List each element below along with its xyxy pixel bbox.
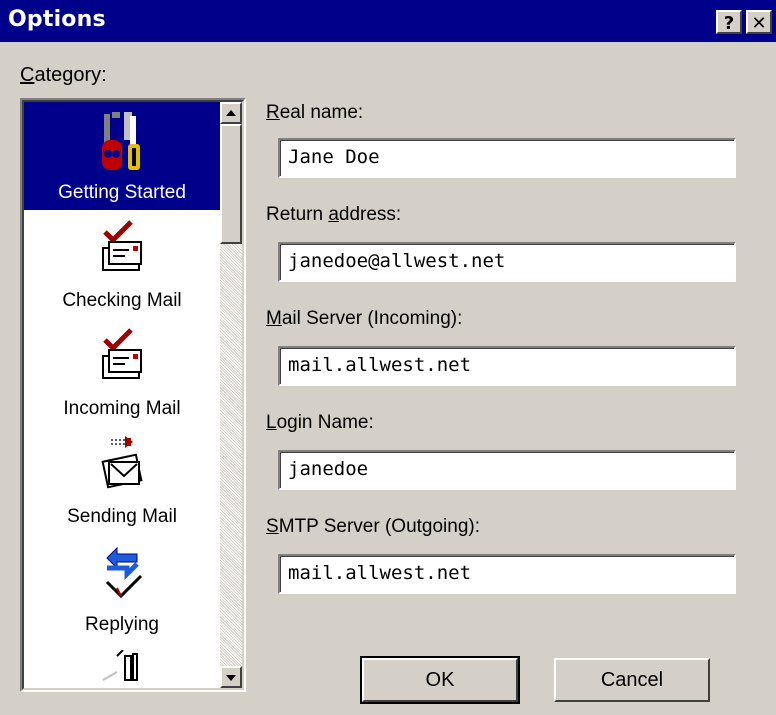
login-name-field[interactable]: janedoe (278, 450, 736, 490)
check-mail-icon (102, 220, 142, 271)
real-name-label: Real name: (266, 102, 363, 124)
ok-button-label: OK (425, 669, 455, 691)
return-address-label-text: ddress: (338, 204, 402, 225)
category-item-incoming-mail[interactable]: Incoming Mail (24, 318, 220, 426)
smtp-server-label-text: MTP Server (Outgoing): (278, 516, 481, 537)
partial-category-icon (102, 650, 138, 681)
real-name-value: Jane Doe (288, 146, 380, 168)
scroll-down-button[interactable] (220, 666, 242, 688)
title-bar: Options ? ✕ (0, 0, 776, 42)
arrow-down-icon (226, 675, 236, 681)
category-item-partial[interactable] (24, 642, 220, 690)
mail-server-label: Mail Server (Incoming): (266, 308, 462, 330)
category-label-text: ategory: (34, 64, 107, 86)
sending-mail-icon (101, 436, 143, 489)
category-list[interactable]: Getting Started Checking Mail Incoming M… (20, 98, 246, 692)
return-address-label-mnemonic: a (328, 204, 339, 225)
category-label-mnemonic: C (20, 64, 35, 86)
window-title: Options (8, 7, 106, 32)
smtp-server-field[interactable]: mail.allwest.net (278, 554, 736, 594)
scroll-up-button[interactable] (220, 102, 242, 124)
mail-server-field[interactable]: mail.allwest.net (278, 346, 736, 386)
mail-server-label-mnemonic: M (266, 308, 282, 329)
real-name-label-mnemonic: R (266, 102, 280, 123)
smtp-server-label-mnemonic: S (266, 516, 279, 537)
category-item-label: Getting Started (58, 182, 186, 203)
login-name-label: Login Name: (266, 412, 374, 434)
return-address-label-pre: Return (266, 204, 329, 225)
login-name-value: janedoe (288, 458, 369, 480)
real-name-label-text: eal name: (279, 102, 364, 123)
scroll-thumb[interactable] (220, 124, 242, 244)
return-address-value: janedoe@allwest.net (288, 250, 506, 272)
category-items: Getting Started Checking Mail Incoming M… (24, 102, 220, 690)
category-label: Category: (20, 64, 107, 87)
category-item-label: Checking Mail (62, 290, 182, 311)
mail-server-label-text: ail Server (Incoming): (281, 308, 463, 329)
close-icon: ✕ (751, 13, 767, 34)
arrow-up-icon (226, 110, 236, 116)
tools-icon (102, 112, 140, 170)
category-item-label: Sending Mail (67, 506, 177, 527)
ok-button[interactable]: OK (360, 656, 520, 704)
category-scrollbar[interactable] (220, 102, 242, 688)
category-item-label: Incoming Mail (63, 398, 181, 419)
category-list-inner: Getting Started Checking Mail Incoming M… (22, 100, 244, 690)
smtp-server-value: mail.allwest.net (288, 562, 472, 584)
replying-icon (105, 546, 143, 599)
incoming-mail-icon (102, 328, 142, 379)
login-name-label-mnemonic: L (266, 412, 277, 433)
login-name-label-text: ogin Name: (276, 412, 374, 433)
category-item-getting-started[interactable]: Getting Started (24, 102, 220, 210)
return-address-label: Return address: (266, 204, 401, 226)
return-address-field[interactable]: janedoe@allwest.net (278, 242, 736, 282)
mail-server-value: mail.allwest.net (288, 354, 472, 376)
cancel-button[interactable]: Cancel (554, 658, 710, 702)
category-item-replying[interactable]: Replying (24, 534, 220, 642)
category-item-sending-mail[interactable]: Sending Mail (24, 426, 220, 534)
category-item-checking-mail[interactable]: Checking Mail (24, 210, 220, 318)
smtp-server-label: SMTP Server (Outgoing): (266, 516, 480, 538)
close-button[interactable]: ✕ (746, 10, 772, 34)
category-item-label: Replying (85, 614, 159, 635)
help-glyph: ? (723, 13, 735, 34)
help-button[interactable]: ? (716, 10, 742, 34)
real-name-field[interactable]: Jane Doe (278, 138, 736, 178)
cancel-button-label: Cancel (600, 669, 664, 691)
